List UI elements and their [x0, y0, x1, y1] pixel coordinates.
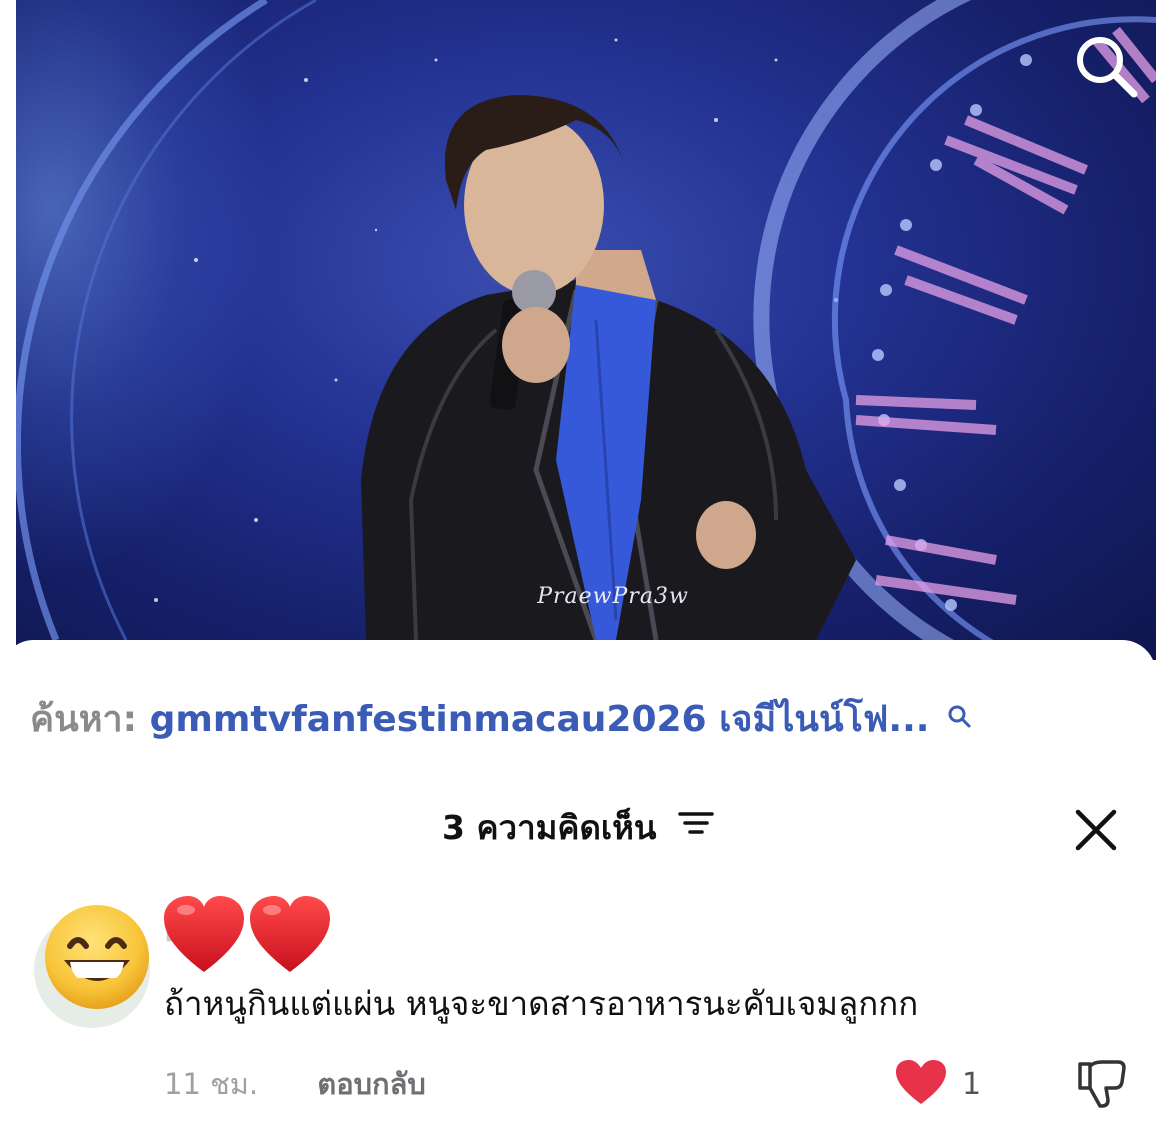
comment-meta: 11 ชม. ตอบกลับ	[164, 1056, 426, 1112]
close-icon[interactable]	[1070, 804, 1122, 856]
search-small-icon	[946, 690, 972, 746]
search-icon[interactable]	[1072, 32, 1140, 100]
app-screen: PraewPra3w ค้นหา: gmmtvfanfestinmacau202…	[0, 0, 1156, 1131]
comments-header: 3 ความคิดเห็น	[0, 800, 1156, 856]
search-prefix: ค้นหา:	[30, 699, 138, 740]
photo-watermark: PraewPra3w	[537, 584, 689, 609]
comment-text: ถ้าหนูกินแต่แผ่น หนูจะขาดสารอาหารนะคับเจ…	[164, 984, 919, 1023]
thumbs-down-icon[interactable]	[1074, 1056, 1130, 1112]
comment-time: 11 ชม.	[164, 1067, 259, 1101]
reply-button[interactable]: ตอบกลับ	[317, 1067, 425, 1101]
red-hearts-emoji	[162, 892, 334, 976]
heart-icon[interactable]	[894, 1058, 948, 1110]
video-frame[interactable]: PraewPra3w	[16, 0, 1156, 660]
grinning-face-emoji	[42, 902, 152, 1012]
like-button[interactable]: 1	[894, 1058, 981, 1110]
search-term[interactable]: gmmtvfanfestinmacau2026 เจมีไนน์โฟ...	[150, 699, 930, 740]
concert-scene-image	[16, 0, 1156, 660]
sort-icon[interactable]	[678, 799, 714, 855]
related-search-link[interactable]: ค้นหา: gmmtvfanfestinmacau2026 เจมีไนน์โ…	[30, 692, 1130, 748]
like-count: 1	[962, 1066, 982, 1102]
comments-count-title: 3 ความคิดเห็น	[442, 808, 657, 847]
comments-sheet: ค้นหา: gmmtvfanfestinmacau2026 เจมีไนน์โ…	[0, 640, 1156, 1131]
